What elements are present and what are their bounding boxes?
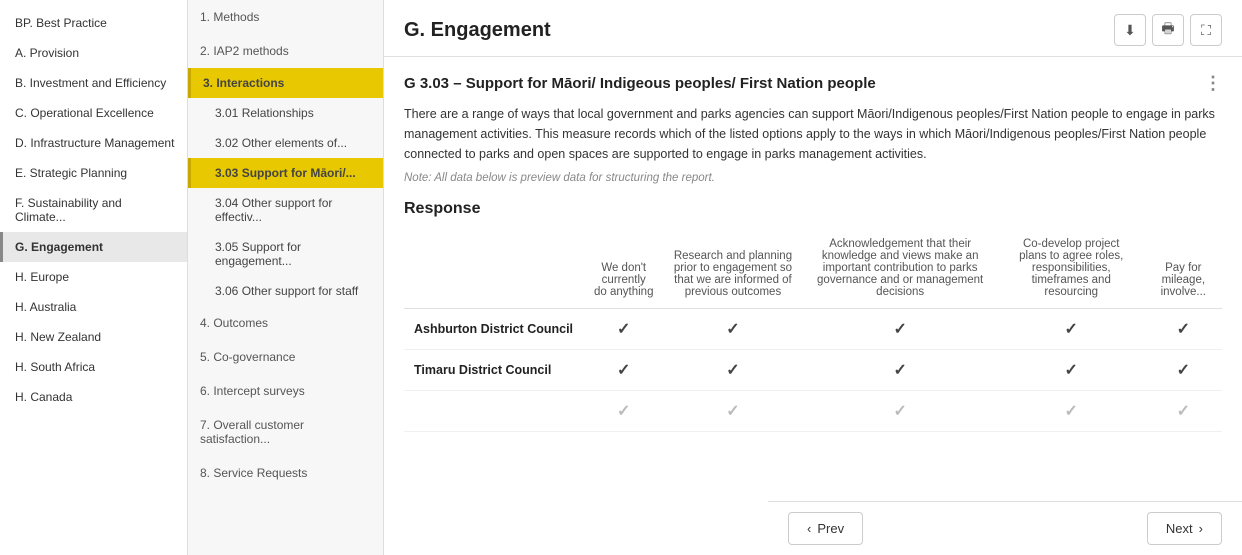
- more-options-icon[interactable]: ⋮: [1204, 73, 1222, 94]
- check-cell: ✓: [998, 350, 1145, 391]
- sidebar-item-bp[interactable]: BP. Best Practice: [0, 8, 187, 38]
- check-cell: ✓: [802, 391, 997, 432]
- print-icon: 🖶: [1161, 18, 1174, 42]
- check-cell: ✓: [802, 350, 997, 391]
- table-row: Ashburton District Council ✓ ✓ ✓ ✓ ✓: [404, 309, 1222, 350]
- checkmark-icon: ✓: [726, 403, 739, 420]
- page-title: G. Engagement: [404, 19, 551, 42]
- nav-item-intercept[interactable]: 6. Intercept surveys: [188, 374, 383, 408]
- check-cell: ✓: [998, 391, 1145, 432]
- prev-label: Prev: [817, 521, 844, 536]
- expand-button[interactable]: ⛶: [1190, 14, 1222, 46]
- table-body: Ashburton District Council✓✓✓✓✓Timaru Di…: [404, 309, 1222, 432]
- check-cell: ✓: [663, 309, 802, 350]
- checkmark-icon: ✓: [1177, 403, 1190, 420]
- nav-item-methods[interactable]: 1. Methods: [188, 0, 383, 34]
- checkmark-icon: ✓: [726, 362, 739, 379]
- sidebar-item-a[interactable]: A. Provision: [0, 38, 187, 68]
- section-header: G 3.03 – Support for Māori/ Indigeous pe…: [404, 73, 1222, 94]
- print-button[interactable]: 🖶: [1152, 14, 1184, 46]
- checkmark-icon: ✓: [893, 403, 906, 420]
- sidebar-item-c[interactable]: C. Operational Excellence: [0, 98, 187, 128]
- nav-item-service_requests[interactable]: 8. Service Requests: [188, 456, 383, 490]
- download-button[interactable]: ⬇: [1114, 14, 1146, 46]
- entity-name: [404, 391, 584, 432]
- page-header: G. Engagement ⬇ 🖶 ⛶: [384, 0, 1242, 57]
- nav-item-cogovernance[interactable]: 5. Co-governance: [188, 340, 383, 374]
- sidebar-item-h_newzealand[interactable]: H. New Zealand: [0, 322, 187, 352]
- checkmark-icon: ✓: [1065, 403, 1078, 420]
- checkmark-icon: ✓: [1065, 321, 1078, 338]
- left-sidebar: BP. Best PracticeA. ProvisionB. Investme…: [0, 0, 188, 555]
- check-cell: ✓: [802, 309, 997, 350]
- check-cell: ✓: [1145, 391, 1222, 432]
- sidebar-item-e[interactable]: E. Strategic Planning: [0, 158, 187, 188]
- checkmark-icon: ✓: [1065, 362, 1078, 379]
- sidebar-item-h_europe[interactable]: H. Europe: [0, 262, 187, 292]
- check-cell: ✓: [998, 309, 1145, 350]
- checkmark-icon: ✓: [617, 321, 630, 338]
- table-row: Timaru District Council ✓ ✓ ✓ ✓ ✓: [404, 350, 1222, 391]
- nav-item-support_engagement[interactable]: 3.05 Support for engagement...: [188, 232, 383, 276]
- nav-item-other_support_effective[interactable]: 3.04 Other support for effectiv...: [188, 188, 383, 232]
- col-entity-header: [404, 232, 584, 309]
- nav-panel: 1. Methods2. IAP2 methods3. Interactions…: [188, 0, 384, 555]
- sidebar-item-h_southafrica[interactable]: H. South Africa: [0, 352, 187, 382]
- check-cell: ✓: [584, 391, 663, 432]
- sidebar-item-h_australia[interactable]: H. Australia: [0, 292, 187, 322]
- response-table: We don't currently do anything Research …: [404, 232, 1222, 432]
- sidebar-item-g[interactable]: G. Engagement: [0, 232, 187, 262]
- content-area: G 3.03 – Support for Māori/ Indigeous pe…: [384, 57, 1242, 555]
- header-actions: ⬇ 🖶 ⛶: [1114, 14, 1222, 46]
- col1-header: We don't currently do anything: [584, 232, 663, 309]
- next-label: Next: [1166, 521, 1193, 536]
- sidebar-item-f[interactable]: F. Sustainability and Climate...: [0, 188, 187, 232]
- nav-item-support_maori[interactable]: 3.03 Support for Māori/...: [188, 158, 383, 188]
- next-button[interactable]: Next ›: [1147, 512, 1222, 545]
- checkmark-icon: ✓: [893, 321, 906, 338]
- nav-item-overall_satisfaction[interactable]: 7. Overall customer satisfaction...: [188, 408, 383, 456]
- col3-header: Acknowledgement that their knowledge and…: [802, 232, 997, 309]
- entity-name: Timaru District Council: [404, 350, 584, 391]
- table-header: We don't currently do anything Research …: [404, 232, 1222, 309]
- nav-item-interactions[interactable]: 3. Interactions: [188, 68, 383, 98]
- check-cell: ✓: [584, 350, 663, 391]
- next-icon: ›: [1199, 521, 1203, 536]
- prev-icon: ‹: [807, 521, 811, 536]
- expand-icon: ⛶: [1201, 22, 1211, 39]
- header-row: We don't currently do anything Research …: [404, 232, 1222, 309]
- nav-item-relationships[interactable]: 3.01 Relationships: [188, 98, 383, 128]
- nav-item-other_support_staff[interactable]: 3.06 Other support for staff: [188, 276, 383, 306]
- section-description: There are a range of ways that local gov…: [404, 104, 1222, 164]
- nav-item-other_elements[interactable]: 3.02 Other elements of...: [188, 128, 383, 158]
- checkmark-icon: ✓: [1177, 362, 1190, 379]
- sidebar-item-b[interactable]: B. Investment and Efficiency: [0, 68, 187, 98]
- col5-header: Pay for mileage, involve...: [1145, 232, 1222, 309]
- footer-nav: ‹ Prev Next ›: [768, 501, 1242, 555]
- sidebar-item-d[interactable]: D. Infrastructure Management: [0, 128, 187, 158]
- nav-item-iap2[interactable]: 2. IAP2 methods: [188, 34, 383, 68]
- checkmark-icon: ✓: [617, 362, 630, 379]
- main-content: G. Engagement ⬇ 🖶 ⛶ G 3.03 – Support for…: [384, 0, 1242, 555]
- checkmark-icon: ✓: [1177, 321, 1190, 338]
- col4-header: Co-develop project plans to agree roles,…: [998, 232, 1145, 309]
- checkmark-icon: ✓: [726, 321, 739, 338]
- section-title-text: G 3.03 – Support for Māori/ Indigeous pe…: [404, 75, 876, 92]
- checkmark-icon: ✓: [617, 403, 630, 420]
- response-heading: Response: [404, 200, 1222, 218]
- section-note: Note: All data below is preview data for…: [404, 172, 1222, 184]
- table-row: ✓ ✓ ✓ ✓ ✓: [404, 391, 1222, 432]
- sidebar-item-h_canada[interactable]: H. Canada: [0, 382, 187, 412]
- check-cell: ✓: [663, 350, 802, 391]
- entity-name: Ashburton District Council: [404, 309, 584, 350]
- checkmark-icon: ✓: [893, 362, 906, 379]
- check-cell: ✓: [584, 309, 663, 350]
- check-cell: ✓: [1145, 350, 1222, 391]
- download-icon: ⬇: [1124, 22, 1136, 39]
- col2-header: Research and planning prior to engagemen…: [663, 232, 802, 309]
- check-cell: ✓: [1145, 309, 1222, 350]
- nav-item-outcomes[interactable]: 4. Outcomes: [188, 306, 383, 340]
- prev-button[interactable]: ‹ Prev: [788, 512, 863, 545]
- check-cell: ✓: [663, 391, 802, 432]
